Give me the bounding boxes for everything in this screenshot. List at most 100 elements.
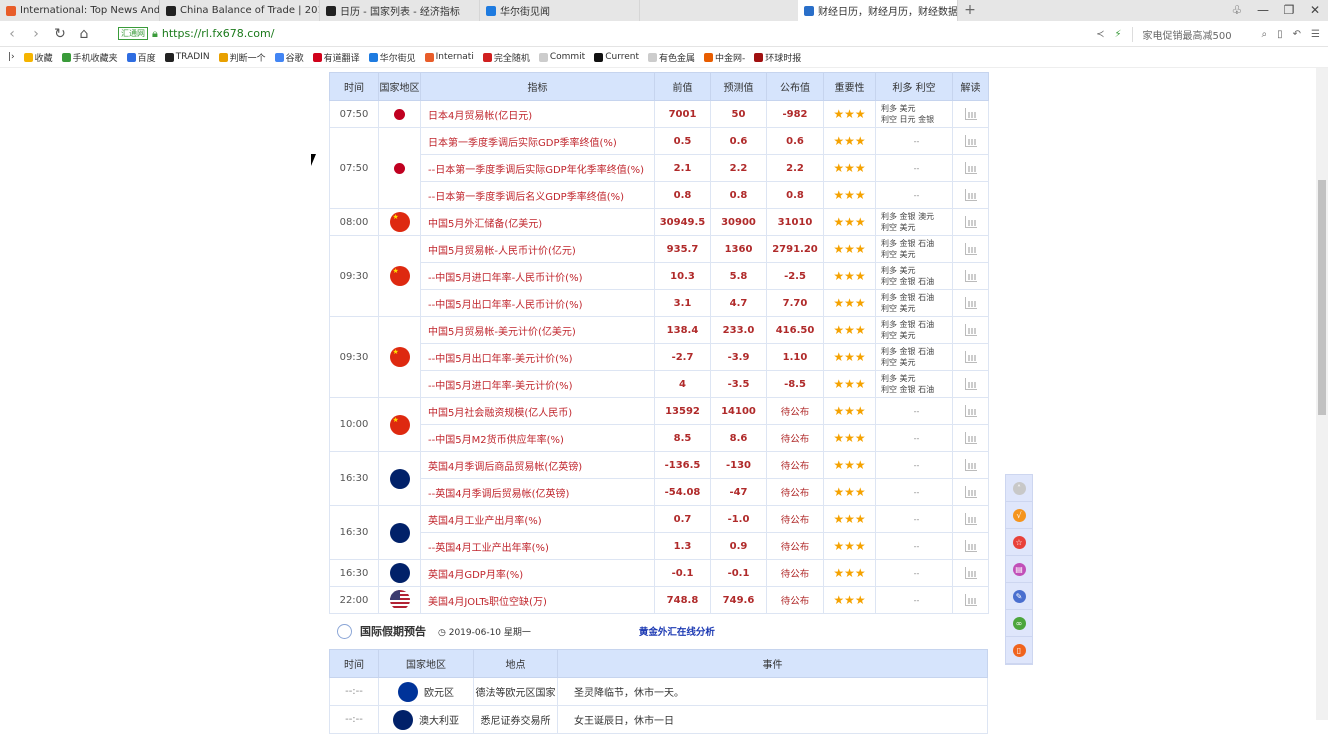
indicator-link[interactable]: 英国4月季调后商品贸易帐(亿英镑) [420,451,655,479]
bookmark-item[interactable]: 百度 [126,51,156,64]
bookmark-item[interactable]: Internati [424,52,474,62]
indicator-link[interactable]: 英国4月GDP月率(%) [420,559,655,587]
menu-icon[interactable]: ☰ [1311,29,1320,40]
indicator-link[interactable]: --日本第一季度季调后实际GDP年化季率终值(%) [420,154,655,182]
speed-icon[interactable]: ⚡ [1114,29,1121,40]
chart-icon[interactable] [964,405,977,417]
chart-icon[interactable] [964,108,977,120]
bookmark-item[interactable]: 华尔街见 [368,51,416,64]
bookmark-item[interactable]: 手机收藏夹 [61,51,118,64]
gold-forex-link[interactable]: 黄金外汇在线分析 [639,624,715,638]
indicator-link[interactable]: --中国5月M2货币供应年率(%) [420,424,655,452]
star-button[interactable]: ☆ [1006,529,1032,556]
tab-2[interactable]: 日历 - 国家列表 - 经济指标 [320,0,480,21]
interpretation-cell[interactable] [952,208,989,236]
bookmark-item[interactable]: 环球时报 [754,51,801,64]
interpretation-cell[interactable] [952,262,989,290]
chart-icon[interactable] [964,243,977,255]
interpretation-cell[interactable] [952,235,989,263]
indicator-link[interactable]: --英国4月工业产出年率(%) [420,532,655,560]
search-input[interactable]: 家电促销最高减500 [1131,26,1252,42]
back-to-top-button[interactable]: ˄ [1006,475,1032,502]
indicator-link[interactable]: 中国5月贸易帐-人民币计价(亿元) [420,235,655,263]
chart-icon[interactable] [964,189,977,201]
chart-icon[interactable] [964,297,977,309]
chart-icon[interactable] [964,216,977,228]
indicator-link[interactable]: 中国5月贸易帐-美元计价(亿美元) [420,316,655,344]
bookmark-item[interactable]: 收藏 [23,51,53,64]
home-button[interactable]: ⌂ [72,26,96,42]
undo-icon[interactable]: ↶ [1293,29,1301,40]
reader-icon[interactable]: ▯ [1277,29,1283,40]
share-icon[interactable]: ≺ [1096,29,1104,40]
interpretation-cell[interactable] [952,343,989,371]
interpretation-cell[interactable] [952,505,989,533]
back-button[interactable]: ‹ [0,26,24,42]
bookmark-item[interactable]: 中金网- [704,51,745,64]
url-field[interactable]: 汇通网 🔒︎ https://rl.fx678.com/ [118,27,274,41]
indicator-link[interactable]: --日本第一季度季调后名义GDP季率终值(%) [420,181,655,209]
tab-0[interactable]: International: Top News And A [0,0,160,21]
indicator-link[interactable]: 中国5月社会融资规模(亿人民币) [420,397,655,425]
chart-icon[interactable] [964,432,977,444]
search-icon[interactable]: ⌕ [1262,29,1268,40]
indicator-link[interactable]: --中国5月出口年率-美元计价(%) [420,343,655,371]
scrollbar-thumb[interactable] [1318,180,1326,415]
bookmark-item[interactable]: 有道翻译 [312,51,360,64]
chart-icon[interactable] [964,324,977,336]
close-button[interactable]: ✕ [1302,0,1328,21]
bookmark-item[interactable]: 谷歌 [274,51,304,64]
chart-icon[interactable] [964,378,977,390]
bookmark-item[interactable]: 有色金属 [648,51,695,64]
interpretation-cell[interactable] [952,100,989,128]
interpretation-cell[interactable] [952,424,989,452]
mobile-button[interactable]: ▯ [1006,637,1032,664]
chart-icon[interactable] [964,594,977,606]
interpretation-cell[interactable] [952,289,989,317]
indicator-link[interactable]: 中国5月外汇储备(亿美元) [420,208,655,236]
indicator-link[interactable]: --中国5月进口年率-人民币计价(%) [420,262,655,290]
bookmark-item[interactable]: TRADIN [164,52,210,62]
tab-1[interactable]: China Balance of Trade | 2019 [160,0,320,21]
bookmarks-toggle[interactable]: |› [8,52,15,62]
minimize-button[interactable]: — [1250,0,1276,21]
link-button[interactable]: ∞ [1006,610,1032,637]
bookmark-item[interactable]: Commit [538,52,585,62]
indicator-link[interactable]: 英国4月工业产出月率(%) [420,505,655,533]
chart-icon[interactable] [964,270,977,282]
interpretation-cell[interactable] [952,127,989,155]
reload-button[interactable]: ↻ [48,26,72,42]
chat-button[interactable]: ✎ [1006,583,1032,610]
chart-icon[interactable] [964,459,977,471]
bookmark-item[interactable]: 完全随机 [482,51,530,64]
indicator-link[interactable]: --中国5月出口年率-人民币计价(%) [420,289,655,317]
new-tab-button[interactable]: + [958,0,982,21]
chart-icon[interactable] [964,162,977,174]
interpretation-cell[interactable] [952,559,989,587]
chart-icon[interactable] [964,351,977,363]
page-scrollbar[interactable] [1316,68,1328,720]
interpretation-cell[interactable] [952,532,989,560]
indicator-link[interactable]: 日本第一季度季调后实际GDP季率终值(%) [420,127,655,155]
interpretation-cell[interactable] [952,586,989,614]
restore-button[interactable]: ❐ [1276,0,1302,21]
indicator-link[interactable]: 美国4月JOLTs职位空缺(万) [420,586,655,614]
tab-3[interactable]: 华尔街见闻 [480,0,640,21]
calendar-button[interactable]: ▤ [1006,556,1032,583]
bookmark-item[interactable]: 判断一个 [218,51,266,64]
indicator-link[interactable]: --中国5月进口年率-美元计价(%) [420,370,655,398]
chart-icon[interactable] [964,540,977,552]
chart-icon[interactable] [964,513,977,525]
interpretation-cell[interactable] [952,478,989,506]
tab-4[interactable]: 财经日历，财经月历，财经数据x [798,0,958,21]
interpretation-cell[interactable] [952,181,989,209]
bookmark-item[interactable]: Current [594,52,639,62]
interpretation-cell[interactable] [952,397,989,425]
indicator-link[interactable]: --英国4月季调后贸易帐(亿英镑) [420,478,655,506]
chart-icon[interactable] [964,567,977,579]
interpretation-cell[interactable] [952,154,989,182]
interpretation-cell[interactable] [952,316,989,344]
chart-icon[interactable] [964,135,977,147]
check-button[interactable]: √ [1006,502,1032,529]
interpretation-cell[interactable] [952,451,989,479]
